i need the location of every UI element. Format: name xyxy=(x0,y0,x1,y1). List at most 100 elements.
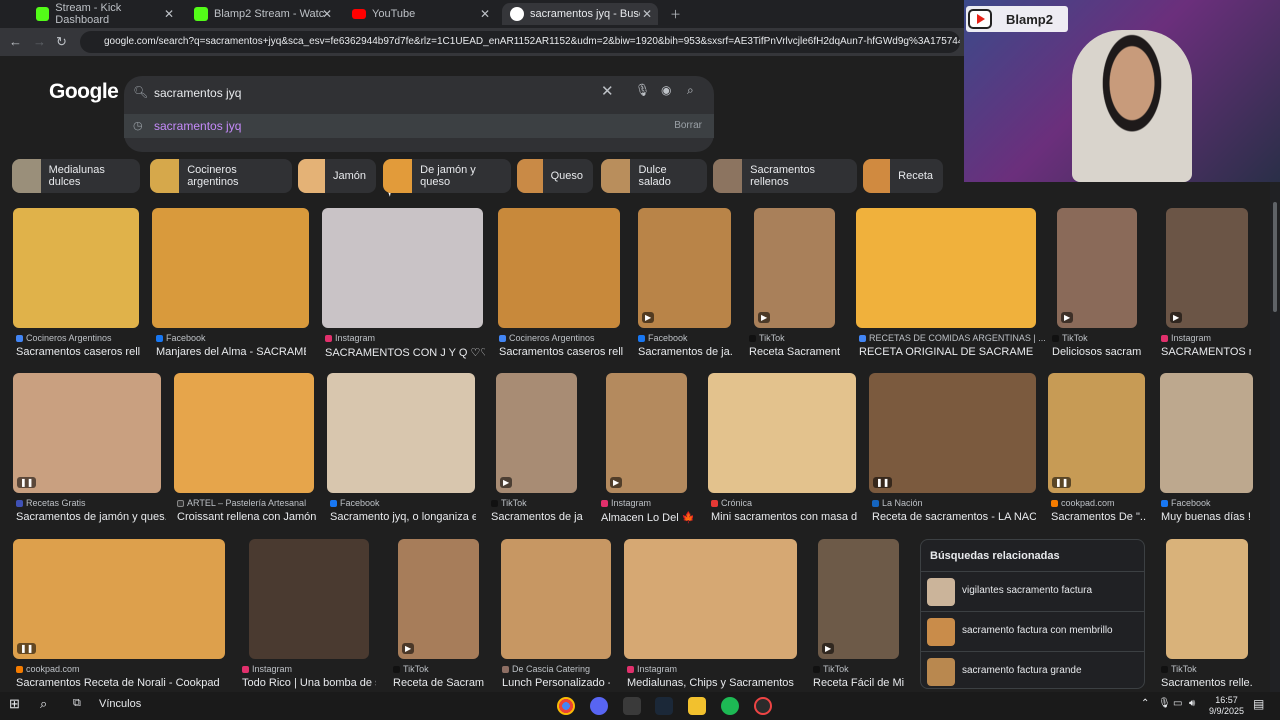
result-image[interactable]: ❚❚ xyxy=(1048,373,1145,493)
search-input[interactable]: sacramentos jyq xyxy=(154,86,241,100)
result-source[interactable]: Recetas Gratis xyxy=(16,498,86,508)
chevron-up-icon[interactable]: ⌃ xyxy=(1141,698,1149,709)
result-image[interactable] xyxy=(498,208,620,328)
result-source[interactable]: Facebook xyxy=(638,333,688,343)
result-title[interactable]: Todo Rico | Una bomba de s... xyxy=(242,677,376,689)
result-source[interactable]: TikTok xyxy=(491,498,527,508)
result-title[interactable]: Receta de sacramentos - LA NACI... xyxy=(872,511,1036,523)
task-view-icon[interactable]: ⧉ xyxy=(73,697,81,710)
close-tab-icon[interactable]: ✕ xyxy=(322,7,332,21)
result-title[interactable]: Sacramentos de ja... xyxy=(638,346,733,358)
close-tab-icon[interactable]: ✕ xyxy=(480,7,490,21)
result-title[interactable]: Almacen Lo Del 🍁... xyxy=(601,511,693,524)
result-source[interactable]: Instagram xyxy=(325,333,375,343)
back-arrow-icon[interactable]: ← xyxy=(9,34,22,49)
result-source[interactable]: Instagram xyxy=(601,498,651,508)
chip-de-jamon-y-queso[interactable]: De jamón y queso xyxy=(383,159,511,193)
result-title[interactable]: Sacramentos Receta de Norali - Cookpad xyxy=(16,677,226,689)
result-image[interactable]: ▶ xyxy=(1057,208,1137,328)
spotify-icon[interactable] xyxy=(721,697,739,715)
folder-icon[interactable] xyxy=(688,697,706,715)
result-source[interactable]: ARTEL – Pastelería Artesanal xyxy=(177,498,306,508)
search-box[interactable]: 🔍︎ sacramentos jyq ✕ 🎙︎ ◉ ⌕ ◷ sacramento… xyxy=(124,76,714,152)
chip-dulce-salado[interactable]: Dulce salado xyxy=(601,159,707,193)
result-title[interactable]: Receta Sacrament... xyxy=(749,346,841,358)
result-image[interactable]: ▶ xyxy=(398,539,479,659)
result-title[interactable]: Croissant rellena con Jamón... xyxy=(177,511,317,523)
tab-google-search[interactable]: sacramentos jyq - Buscar con G ✕ xyxy=(502,3,658,25)
taskbar-links-label[interactable]: Vínculos xyxy=(99,698,141,710)
result-title[interactable]: Sacramentos de jamón y ques... xyxy=(16,511,166,523)
result-title[interactable]: Sacramentos caseros rell... xyxy=(499,346,623,358)
result-source[interactable]: Cocineros Argentinos xyxy=(499,333,595,343)
result-title[interactable]: Muy buenas días ! ... xyxy=(1161,511,1255,523)
result-title[interactable]: Manjares del Alma - SACRAME... xyxy=(156,346,306,358)
tab-blamp2-stream[interactable]: Blamp2 Stream - Watch Live on ✕ xyxy=(186,3,338,25)
chip-sacramentos-rellenos[interactable]: Sacramentos rellenos xyxy=(713,159,857,193)
search-submit-icon[interactable]: ⌕ xyxy=(687,83,694,98)
result-image[interactable]: ▶ xyxy=(496,373,577,493)
result-image[interactable]: ▶ xyxy=(638,208,731,328)
result-image[interactable]: ▶ xyxy=(606,373,687,493)
result-source[interactable]: Facebook xyxy=(1161,498,1211,508)
result-title[interactable]: SACRAMENTOS r... xyxy=(1161,346,1251,358)
result-image[interactable] xyxy=(327,373,475,493)
chip-cocineros-argentinos[interactable]: Cocineros argentinos xyxy=(150,159,292,193)
result-source[interactable]: TikTok xyxy=(749,333,785,343)
result-image[interactable] xyxy=(1166,539,1248,659)
result-title[interactable]: Deliciosos sacram... xyxy=(1052,346,1142,358)
related-search-item[interactable]: vigilantes sacramento factura xyxy=(921,571,1144,610)
chip-jamon[interactable]: Jamón xyxy=(298,159,376,193)
delete-suggestion-button[interactable]: Borrar xyxy=(674,120,702,131)
result-source[interactable]: Instagram xyxy=(1161,333,1211,343)
result-image[interactable] xyxy=(1160,373,1253,493)
url-field[interactable]: google.com/search?q=sacramentos+jyq&sca_… xyxy=(80,31,960,53)
chrome-icon[interactable] xyxy=(557,697,575,715)
result-source[interactable]: Instagram xyxy=(242,664,292,674)
search-icon[interactable]: ⌕ xyxy=(40,696,47,712)
result-image[interactable] xyxy=(856,208,1036,328)
result-source[interactable]: TikTok xyxy=(1161,664,1197,674)
result-image[interactable] xyxy=(322,208,483,328)
result-source[interactable]: Instagram xyxy=(627,664,677,674)
result-title[interactable]: Sacramentos caseros rell... xyxy=(16,346,140,358)
result-image[interactable]: ▶ xyxy=(1166,208,1248,328)
windows-start-icon[interactable]: ⊞ xyxy=(9,696,20,712)
tab-kick-dashboard[interactable]: Stream - Kick Dashboard ✕ xyxy=(28,2,180,26)
result-source[interactable]: TikTok xyxy=(393,664,429,674)
result-title[interactable]: Sacramentos De "... xyxy=(1051,511,1147,523)
camera-icon[interactable]: ◉ xyxy=(661,83,671,97)
result-title[interactable]: Medialunas, Chips y Sacramentos c... xyxy=(627,677,795,689)
result-title[interactable]: Receta Fácil de Mi... xyxy=(813,677,905,689)
volume-icon[interactable]: 🔊︎ xyxy=(1189,698,1195,709)
result-image[interactable] xyxy=(249,539,369,659)
app-icon[interactable] xyxy=(623,697,641,715)
chip-queso[interactable]: Queso xyxy=(517,159,593,193)
notifications-icon[interactable]: ▤ xyxy=(1253,697,1264,711)
result-source[interactable]: La Nación xyxy=(872,498,923,508)
result-title[interactable]: Receta de Sacram... xyxy=(393,677,485,689)
result-source[interactable]: TikTok xyxy=(813,664,849,674)
chip-medialunas-dulces[interactable]: Medialunas dulces xyxy=(12,159,140,193)
close-tab-icon[interactable]: ✕ xyxy=(642,7,652,21)
close-tab-icon[interactable]: ✕ xyxy=(164,7,174,21)
result-image[interactable]: ❚❚ xyxy=(869,373,1036,493)
related-search-item[interactable]: sacramento factura con membrillo xyxy=(921,611,1144,650)
page-scrollbar[interactable] xyxy=(1270,182,1280,692)
chip-receta[interactable]: Receta xyxy=(863,159,943,193)
network-icon[interactable]: ▭ xyxy=(1173,698,1182,709)
result-image[interactable] xyxy=(708,373,856,493)
taskbar-clock[interactable]: 16:57 9/9/2025 xyxy=(1209,695,1244,717)
result-source[interactable]: Facebook xyxy=(330,498,380,508)
steam-icon[interactable] xyxy=(655,697,673,715)
result-source[interactable]: Cocineros Argentinos xyxy=(16,333,112,343)
forward-arrow-icon[interactable]: → xyxy=(33,34,46,49)
result-image[interactable] xyxy=(13,208,139,328)
result-source[interactable]: Crónica xyxy=(711,498,752,508)
result-source[interactable]: cookpad.com xyxy=(1051,498,1115,508)
google-logo[interactable]: Google xyxy=(49,80,119,104)
result-title[interactable]: Sacramentos de ja... xyxy=(491,511,583,523)
discord-icon[interactable] xyxy=(590,697,608,715)
result-title[interactable]: Mini sacramentos con masa de... xyxy=(711,511,857,523)
result-source[interactable]: De Cascia Catering xyxy=(502,664,590,674)
